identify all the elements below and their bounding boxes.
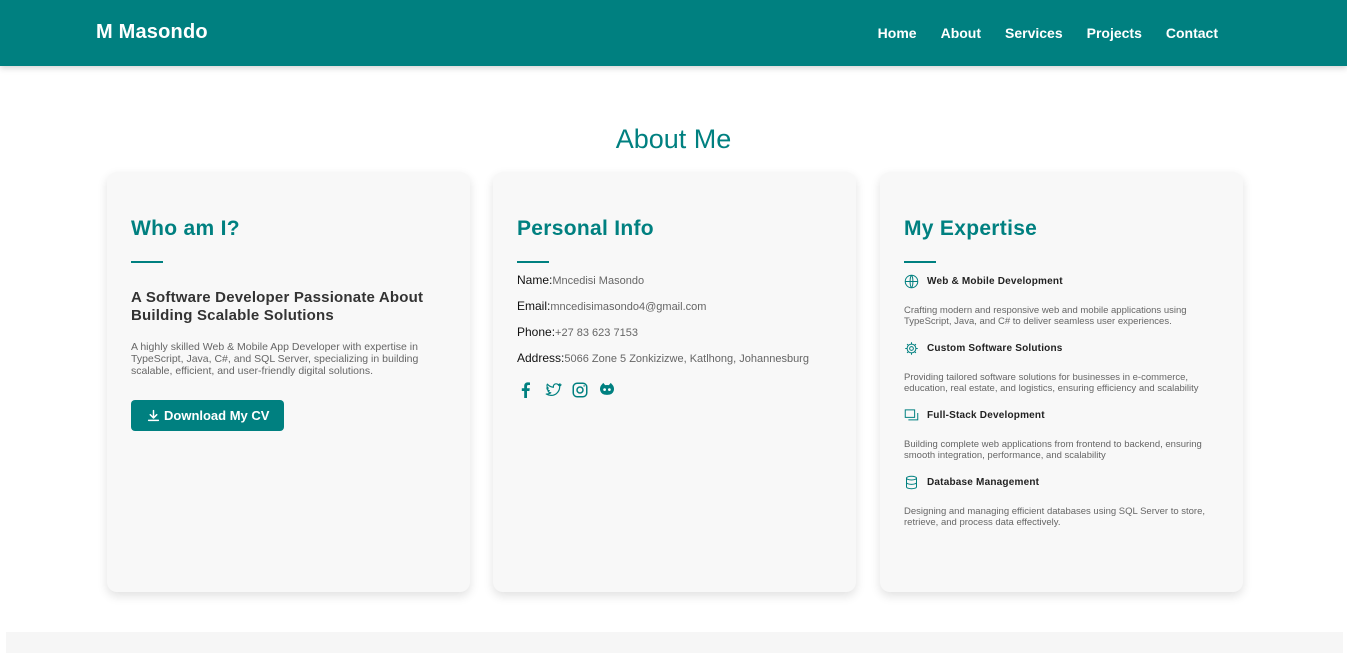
expertise-title: Full-Stack Development: [927, 409, 1045, 421]
info-row-phone: Phone:+27 83 623 7153: [517, 325, 832, 341]
info-row-name: Name:Mncedisi Masondo: [517, 273, 832, 289]
who-am-i-card: Who am I? A Software Developer Passionat…: [107, 172, 470, 592]
expertise-description: Building complete web applications from …: [904, 439, 1202, 461]
expertise-item: Full-Stack Development Building complete…: [904, 407, 1219, 461]
info-value: 5066 Zone 5 Zonkizizwe, Katlhong, Johann…: [564, 353, 809, 365]
card-title: Personal Info: [517, 217, 654, 240]
github-icon[interactable]: [598, 381, 616, 399]
info-value: Mncedisi Masondo: [552, 275, 645, 287]
brand-logo[interactable]: M Masondo: [96, 21, 208, 44]
nav-home-link[interactable]: Home: [878, 25, 917, 41]
database-icon: [906, 475, 917, 489]
expertise-item: Database Management Designing and managi…: [904, 474, 1219, 528]
nav-about-link[interactable]: About: [941, 25, 981, 41]
expertise-list: Web & Mobile Development Crafting modern…: [904, 273, 1219, 528]
expertise-title: Database Management: [927, 476, 1040, 488]
navbar: M Masondo Home About Services Projects C…: [0, 0, 1347, 66]
expertise-item: Web & Mobile Development Crafting modern…: [904, 273, 1219, 327]
expertise-title: Web & Mobile Development: [927, 275, 1063, 287]
expertise-heading: Custom Software Solutions: [904, 340, 1219, 356]
next-section-strip: [6, 632, 1343, 653]
facebook-icon[interactable]: [517, 381, 535, 399]
personal-info-card: Personal Info Name:Mncedisi Masondo Emai…: [493, 172, 856, 592]
info-row-email: Email:mncedisimasondo4@gmail.com: [517, 299, 832, 315]
gear-icon: [905, 341, 918, 355]
expertise-item: Custom Software Solutions Providing tail…: [904, 340, 1219, 394]
nav-links: Home About Services Projects Contact: [878, 25, 1218, 41]
nav-services-link[interactable]: Services: [1005, 25, 1063, 41]
title-underline: [131, 261, 163, 263]
info-label: Address:: [517, 351, 565, 365]
expertise-description: Providing tailored software solutions fo…: [904, 372, 1199, 394]
card-subheading: A Software Developer Passionate About Bu…: [131, 289, 424, 324]
nav-contact-link[interactable]: Contact: [1166, 25, 1218, 41]
card-title: My Expertise: [904, 217, 1038, 240]
expertise-heading: Database Management: [904, 474, 1219, 490]
nav-projects-link[interactable]: Projects: [1087, 25, 1142, 41]
info-label: Email:: [517, 299, 551, 313]
download-icon: [147, 409, 160, 422]
info-value: +27 83 623 7153: [555, 327, 638, 339]
info-value: mncedisimasondo4@gmail.com: [550, 301, 707, 313]
download-cv-button[interactable]: Download My CV: [131, 400, 285, 431]
info-label: Phone:: [517, 325, 556, 339]
expertise-description: Crafting modern and responsive web and m…: [904, 305, 1187, 327]
windows-icon: [904, 408, 919, 420]
download-cv-label: Download My CV: [164, 408, 270, 423]
info-row-address: Address:5066 Zone 5 Zonkizizwe, Katlhong…: [517, 351, 832, 367]
expertise-heading: Full-Stack Development: [904, 407, 1219, 423]
expertise-heading: Web & Mobile Development: [904, 273, 1219, 289]
social-links: [517, 381, 832, 399]
section-title: About Me: [615, 124, 732, 154]
expertise-card: My Expertise Web & Mobile Development Cr…: [880, 172, 1243, 592]
card-title: Who am I?: [131, 217, 240, 240]
title-underline: [517, 261, 549, 263]
globe-icon: [904, 274, 919, 288]
card-description: A highly skilled Web & Mobile App Develo…: [131, 341, 419, 377]
twitter-icon[interactable]: [544, 381, 562, 399]
instagram-icon[interactable]: [571, 381, 589, 399]
expertise-title: Custom Software Solutions: [927, 342, 1063, 354]
expertise-description: Designing and managing efficient databas…: [904, 506, 1206, 528]
info-label: Name:: [517, 273, 553, 287]
title-underline: [904, 261, 936, 263]
